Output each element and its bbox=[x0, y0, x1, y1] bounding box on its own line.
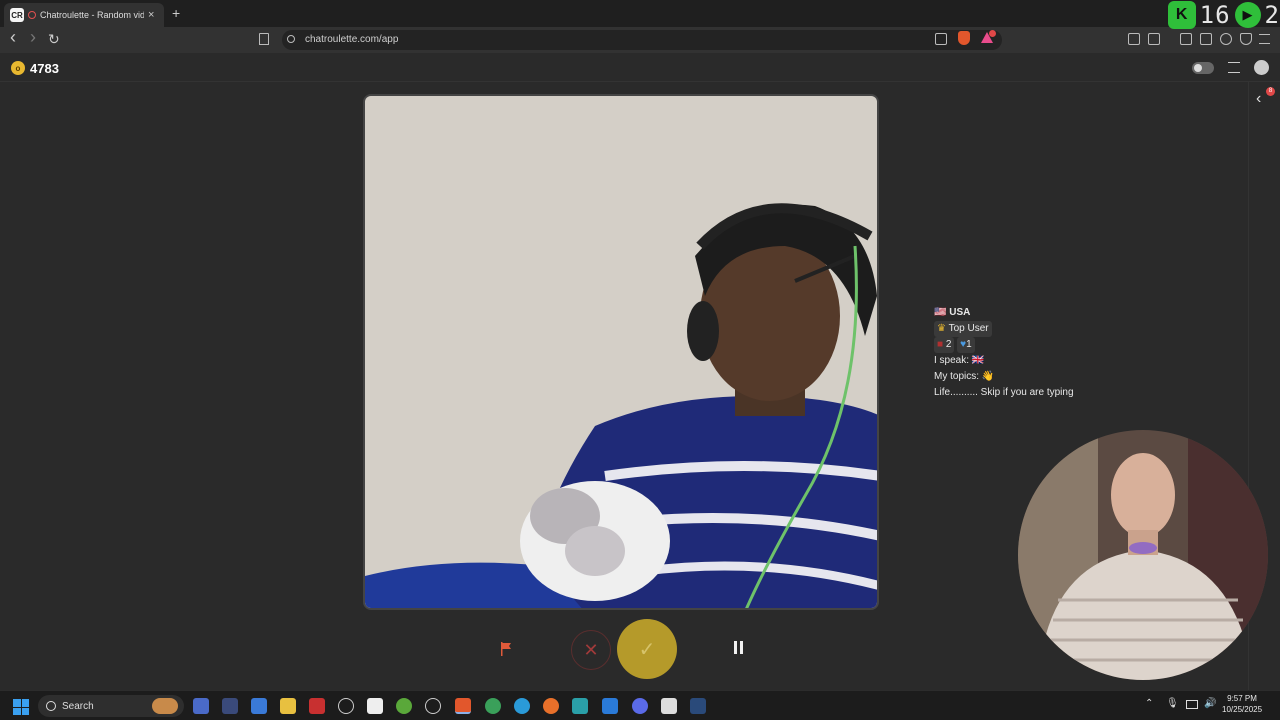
overlay-count-b: 2 bbox=[1264, 1, 1280, 29]
partner-language-row: I speak: 🇬🇧 bbox=[934, 353, 1084, 369]
us-flag-icon: 🇺🇸 bbox=[934, 307, 947, 318]
file-explorer-icon[interactable] bbox=[280, 698, 296, 714]
windows-taskbar: Search bbox=[0, 690, 1280, 720]
wallet-icon[interactable] bbox=[1200, 33, 1212, 45]
theme-toggle[interactable] bbox=[1192, 62, 1214, 74]
skip-button[interactable]: ✕ bbox=[571, 630, 611, 670]
pause-bar-right bbox=[740, 641, 743, 654]
firefox-icon[interactable] bbox=[543, 698, 559, 714]
site-info-icon[interactable] bbox=[287, 35, 295, 43]
sidebar-icon[interactable] bbox=[1180, 33, 1192, 45]
chrome-icon[interactable] bbox=[485, 698, 501, 714]
new-tab-button[interactable]: + bbox=[172, 5, 180, 21]
tab-chatroulette[interactable]: CR Chatroulette - Random video × bbox=[4, 3, 164, 27]
edge-icon[interactable] bbox=[514, 698, 530, 714]
partner-bio: Life.......... Skip if you are typing bbox=[934, 387, 1074, 398]
share-icon[interactable] bbox=[935, 33, 947, 45]
partner-country-row: 🇺🇸 USA bbox=[934, 305, 1084, 321]
clock-app-icon[interactable] bbox=[338, 698, 354, 714]
partner-info-card: 🇺🇸 USA ♛ Top User ■ 2 ♥1 I speak: 🇬🇧 My … bbox=[934, 305, 1084, 401]
search-icon bbox=[46, 701, 56, 711]
partner-country: USA bbox=[949, 307, 971, 318]
tab-title: Chatroulette - Random video bbox=[40, 10, 144, 20]
tab-search-icon[interactable] bbox=[1148, 33, 1160, 45]
red-badge-icon: ■ bbox=[937, 339, 944, 350]
obs-icon[interactable] bbox=[661, 698, 677, 714]
settings-gear-icon[interactable] bbox=[425, 698, 441, 714]
reload-button[interactable]: ↻ bbox=[48, 31, 60, 48]
chat-unread-badge: 8 bbox=[1266, 87, 1275, 96]
self-video bbox=[1018, 430, 1268, 680]
profile-avatar-icon[interactable] bbox=[1254, 60, 1269, 75]
accept-button[interactable]: ✓ bbox=[617, 619, 677, 679]
brave-shield-icon[interactable] bbox=[958, 31, 970, 45]
partner-topics-row: My topics: 👋 bbox=[934, 369, 1084, 385]
partner-video bbox=[363, 94, 879, 610]
overlay-count-a: 16 bbox=[1199, 1, 1231, 29]
widgets-icon[interactable] bbox=[193, 698, 209, 714]
chat-panel-toggle-icon[interactable]: ‹ bbox=[1256, 90, 1261, 108]
windows-start-icon[interactable] bbox=[13, 699, 29, 715]
rewards-badge bbox=[989, 30, 996, 37]
network-icon[interactable] bbox=[1186, 700, 1198, 709]
partner-video-frame bbox=[365, 96, 877, 608]
coin-balance: 4783 bbox=[30, 61, 59, 76]
leo-ai-icon[interactable] bbox=[1220, 33, 1232, 45]
microphone-icon[interactable]: 🎙 bbox=[1166, 698, 1179, 709]
discord-icon[interactable] bbox=[632, 698, 648, 714]
vscode-icon[interactable] bbox=[602, 698, 618, 714]
search-highlight-icon bbox=[152, 698, 178, 714]
partner-stat-b: 1 bbox=[966, 339, 972, 350]
volume-icon[interactable]: 🔊 bbox=[1204, 698, 1216, 709]
coin-icon: o bbox=[11, 61, 25, 75]
kick-logo-icon: K bbox=[1167, 1, 1196, 29]
browser-toolbar: ‹ › ↻ chatroulette.com/app bbox=[0, 27, 1280, 53]
maps-app-icon[interactable] bbox=[396, 698, 412, 714]
pause-bar-left bbox=[734, 641, 737, 654]
report-flag-icon[interactable] bbox=[500, 642, 512, 656]
brave-browser-icon[interactable] bbox=[455, 698, 471, 714]
partner-status: Top User bbox=[948, 323, 989, 334]
uk-flag-icon: 🇬🇧 bbox=[971, 355, 985, 366]
play-logo-icon: ▶ bbox=[1234, 2, 1261, 28]
close-icon: ✕ bbox=[583, 639, 599, 660]
browser-tab-strip: CR Chatroulette - Random video × + bbox=[0, 0, 1280, 27]
partner-stats-row: ■ 2 ♥1 bbox=[934, 337, 1084, 353]
crown-icon: ♛ bbox=[937, 323, 946, 334]
pause-button[interactable] bbox=[734, 641, 748, 657]
video-editor-icon[interactable] bbox=[309, 698, 325, 714]
taskbar-clock[interactable]: 9:57 PM 10/25/2025 bbox=[1222, 693, 1262, 715]
search-placeholder: Search bbox=[62, 700, 94, 712]
recording-indicator-icon bbox=[28, 11, 36, 19]
chatroulette-favicon-icon: CR bbox=[10, 8, 24, 22]
remote-desktop-icon[interactable] bbox=[251, 698, 267, 714]
tray-chevron-icon[interactable]: ⌃ bbox=[1145, 698, 1153, 709]
arduino-icon[interactable] bbox=[572, 698, 588, 714]
app-header: o 4783 bbox=[0, 53, 1280, 82]
extensions-icon[interactable] bbox=[1128, 33, 1140, 45]
filters-icon[interactable] bbox=[1228, 62, 1240, 73]
capcut-icon[interactable] bbox=[367, 698, 383, 714]
self-video-frame bbox=[1018, 430, 1268, 680]
clock-time: 9:57 PM bbox=[1227, 694, 1257, 703]
stream-overlay-counter: K 16 ▶ 2 bbox=[1167, 0, 1280, 30]
partner-status-row: ♛ Top User bbox=[934, 321, 1084, 337]
teams-icon[interactable] bbox=[222, 698, 238, 714]
menu-icon[interactable] bbox=[1259, 34, 1270, 44]
check-icon: ✓ bbox=[638, 638, 656, 661]
url-text[interactable]: chatroulette.com/app bbox=[305, 34, 398, 45]
topics-label: My topics: bbox=[934, 371, 980, 382]
back-button[interactable]: ‹ bbox=[10, 27, 16, 48]
clock-date: 10/25/2025 bbox=[1222, 705, 1263, 714]
speak-label: I speak: bbox=[934, 355, 970, 366]
steam-icon[interactable] bbox=[690, 698, 706, 714]
bookmark-icon[interactable] bbox=[259, 33, 269, 45]
wave-hand-icon: 👋 bbox=[981, 371, 995, 382]
partner-stat-a: 2 bbox=[945, 339, 952, 350]
tab-close-icon[interactable]: × bbox=[148, 9, 154, 21]
forward-button[interactable]: › bbox=[30, 27, 36, 48]
vpn-shield-icon[interactable] bbox=[1240, 33, 1252, 45]
